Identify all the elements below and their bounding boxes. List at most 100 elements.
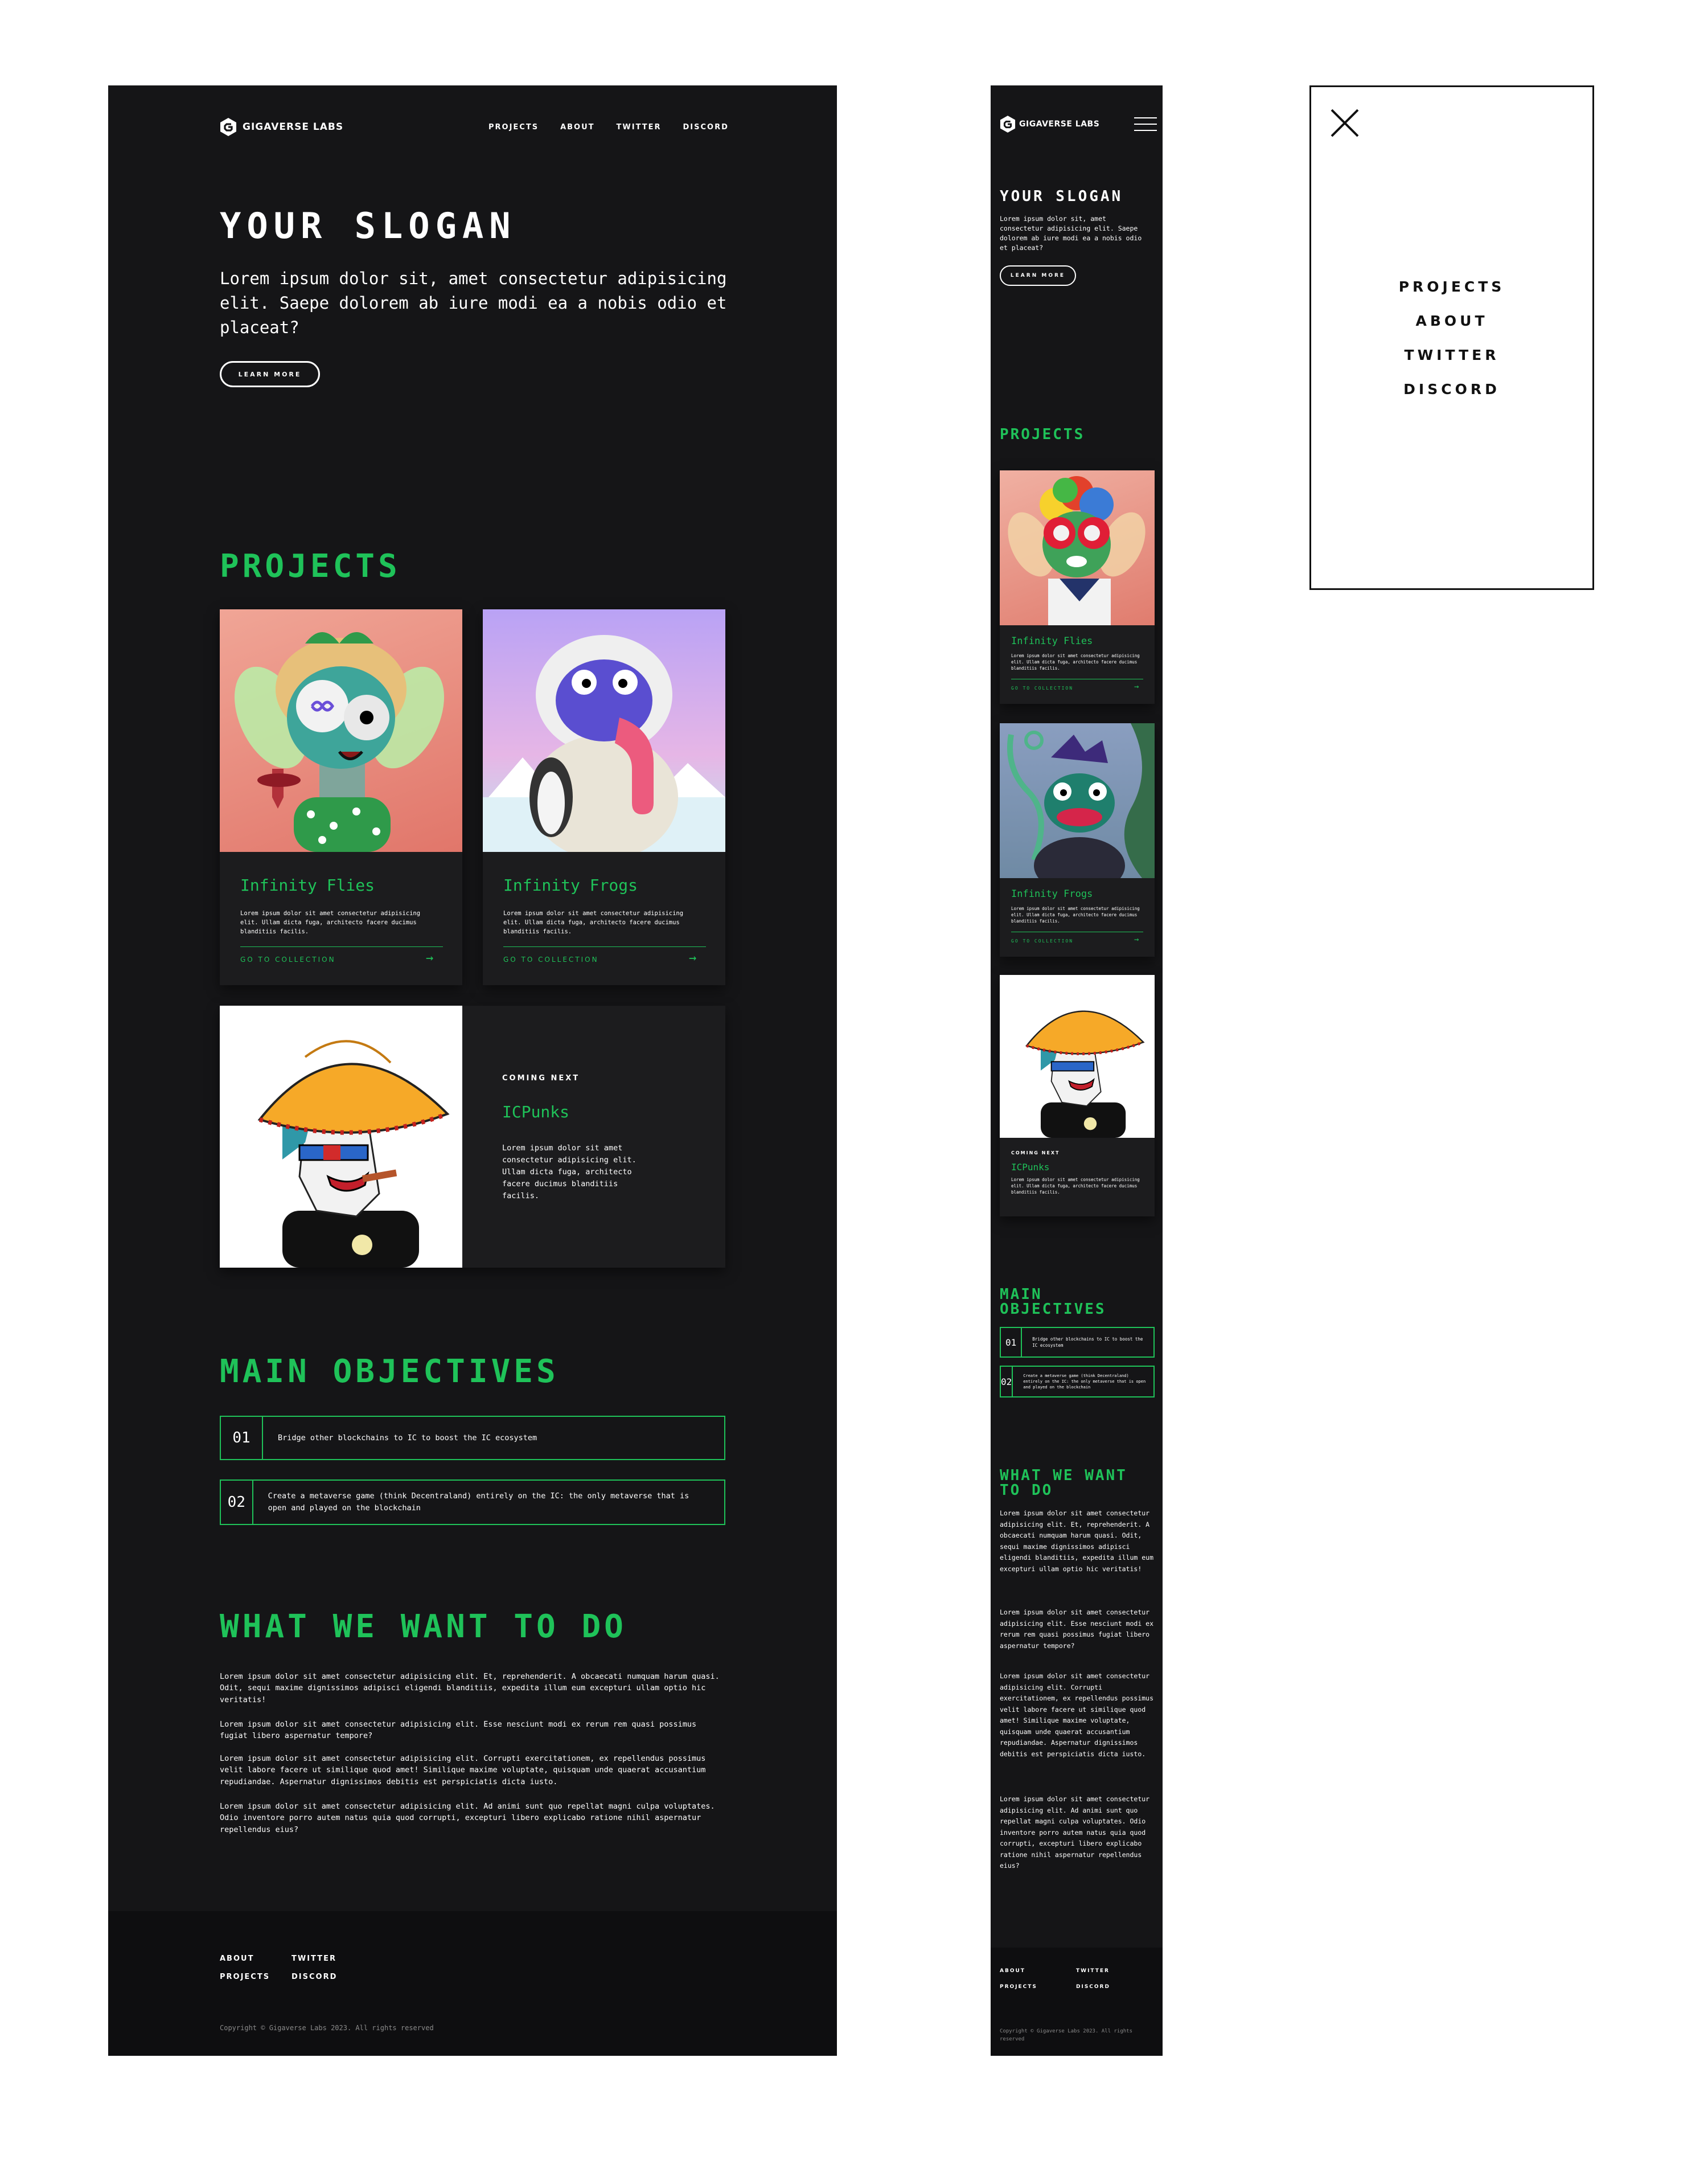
card-title: Infinity Flies — [1011, 636, 1093, 647]
objective-item: 01 Bridge other blockchains to IC to boo… — [220, 1416, 725, 1460]
footer: ABOUT PROJECTS TWITTER DISCORD Copyright… — [991, 1948, 1163, 2056]
go-to-collection-link[interactable]: GO TO COLLECTION — [503, 956, 599, 964]
card-title: Infinity Frogs — [503, 876, 638, 895]
menu-item-projects[interactable]: PROJECTS — [1311, 278, 1592, 313]
footer-about[interactable]: ABOUT — [1000, 1968, 1025, 1974]
objective-number: 01 — [1001, 1328, 1023, 1356]
project-card-flies[interactable]: Infinity Flies Lorem ipsum dolor sit ame… — [220, 609, 462, 985]
todo-paragraph: Lorem ipsum dolor sit amet consectetur a… — [220, 1672, 720, 1704]
todo-title: WHAT WE WANT TO DO — [220, 1608, 627, 1645]
objectives-title: MAIN OBJECTIVES — [1000, 1286, 1106, 1318]
project-card-icpunks[interactable]: COMING NEXT ICPunks Lorem ipsum dolor si… — [220, 1006, 725, 1268]
infinity-flies-image — [1000, 470, 1155, 625]
objective-number: 01 — [221, 1417, 263, 1459]
objective-text: Create a metaverse game (think Decentral… — [1023, 1374, 1146, 1390]
footer-copyright: Copyright © Gigaverse Labs 2023. All rig… — [1000, 2028, 1132, 2042]
todo-paragraph: Lorem ipsum dolor sit amet consectetur a… — [220, 1802, 715, 1834]
brand-logo[interactable]: GIGAVERSE LABS — [1000, 115, 1099, 133]
objective-item: 01 Bridge other blockchains to IC to boo… — [1000, 1327, 1155, 1358]
brand-name: GIGAVERSE LABS — [1019, 120, 1100, 129]
footer-twitter[interactable]: TWITTER — [1076, 1968, 1110, 1974]
brand-logo[interactable]: GIGAVERSE LABS — [220, 117, 343, 137]
brand-name: GIGAVERSE LABS — [243, 121, 344, 133]
infinity-frogs-image — [1000, 723, 1155, 878]
project-card-flies[interactable]: Infinity Flies Lorem ipsum dolor sit ame… — [1000, 470, 1155, 704]
icpunks-image — [1000, 975, 1155, 1138]
close-icon[interactable] — [1329, 108, 1360, 138]
footer-discord[interactable]: DISCORD — [1076, 1984, 1110, 1990]
menu-item-discord[interactable]: DISCORD — [1311, 381, 1592, 415]
coming-next-label: COMING NEXT — [1011, 1150, 1060, 1155]
footer-projects[interactable]: PROJECTS — [1000, 1984, 1037, 1990]
mobile-menu-frame: PROJECTS ABOUT TWITTER DISCORD — [1309, 85, 1594, 590]
go-to-collection-link[interactable]: GO TO COLLECTION — [1011, 938, 1073, 944]
todo-paragraph: Lorem ipsum dolor sit amet consectetur a… — [220, 1720, 697, 1741]
gigaverse-logo-icon — [220, 118, 236, 136]
hero-slogan: YOUR SLOGAN — [220, 205, 516, 247]
hero-text: Lorem ipsum dolor sit, amet consectetur … — [1000, 215, 1142, 252]
footer: ABOUT PROJECTS TWITTER DISCORD Copyright… — [108, 1911, 837, 2056]
arrow-right-icon[interactable]: → — [1134, 682, 1139, 691]
hamburger-menu-icon[interactable] — [1134, 117, 1157, 132]
hero-text: Lorem ipsum dolor sit, amet consectetur … — [220, 269, 727, 337]
projects-title: PROJECTS — [1000, 426, 1085, 443]
objective-number: 02 — [1001, 1367, 1013, 1396]
objective-number: 02 — [221, 1481, 253, 1524]
objective-item: 02 Create a metaverse game (think Decent… — [1000, 1366, 1155, 1397]
infinity-frogs-image — [483, 609, 725, 852]
card-title: ICPunks — [1011, 1162, 1050, 1173]
project-card-frogs[interactable]: Infinity Frogs Lorem ipsum dolor sit ame… — [1000, 723, 1155, 957]
footer-twitter[interactable]: TWITTER — [291, 1954, 336, 1963]
todo-paragraph: Lorem ipsum dolor sit amet consectetur a… — [1000, 1509, 1154, 1573]
nav-about[interactable]: ABOUT — [560, 123, 594, 132]
todo-paragraph: Lorem ipsum dolor sit amet consectetur a… — [1000, 1795, 1150, 1870]
card-text: Lorem ipsum dolor sit amet consectetur a… — [240, 910, 421, 935]
todo-paragraph: Lorem ipsum dolor sit amet consectetur a… — [1000, 1672, 1154, 1758]
card-text: Lorem ipsum dolor sit amet consectetur a… — [502, 1144, 637, 1200]
learn-more-button[interactable]: LEARN MORE — [1000, 265, 1076, 286]
hero-slogan: YOUR SLOGAN — [1000, 188, 1123, 205]
footer-copyright: Copyright © Gigaverse Labs 2023. All rig… — [220, 2024, 434, 2032]
arrow-right-icon[interactable]: → — [1134, 935, 1139, 944]
card-title: Infinity Frogs — [1011, 888, 1093, 900]
icpunks-image — [220, 1006, 462, 1268]
go-to-collection-link[interactable]: GO TO COLLECTION — [1011, 686, 1073, 691]
gigaverse-logo-icon — [1000, 116, 1016, 133]
card-title: ICPunks — [502, 1103, 570, 1121]
card-text: Lorem ipsum dolor sit amet consectetur a… — [503, 910, 684, 935]
objectives-title: MAIN OBJECTIVES — [220, 1353, 559, 1390]
card-title: Infinity Flies — [240, 876, 375, 895]
nav-discord[interactable]: DISCORD — [683, 123, 729, 132]
card-text: Lorem ipsum dolor sit amet consectetur a… — [1011, 906, 1140, 924]
footer-discord[interactable]: DISCORD — [291, 1973, 337, 1981]
infinity-flies-image — [220, 609, 462, 852]
project-card-icpunks[interactable]: COMING NEXT ICPunks Lorem ipsum dolor si… — [1000, 975, 1155, 1216]
mobile-frame: GIGAVERSE LABS YOUR SLOGAN Lorem ipsum d… — [991, 85, 1163, 2056]
project-card-frogs[interactable]: Infinity Frogs Lorem ipsum dolor sit ame… — [483, 609, 725, 985]
learn-more-button[interactable]: LEARN MORE — [220, 361, 320, 387]
coming-next-label: COMING NEXT — [502, 1074, 580, 1083]
objective-text: Create a metaverse game (think Decentral… — [268, 1491, 689, 1513]
menu-list: PROJECTS ABOUT TWITTER DISCORD — [1311, 278, 1592, 415]
menu-item-about[interactable]: ABOUT — [1311, 313, 1592, 347]
objective-text: Bridge other blockchains to IC to boost … — [278, 1433, 537, 1442]
footer-projects[interactable]: PROJECTS — [220, 1973, 270, 1981]
footer-about[interactable]: ABOUT — [220, 1954, 254, 1963]
objective-item: 02 Create a metaverse game (think Decent… — [220, 1479, 725, 1525]
card-text: Lorem ipsum dolor sit amet consectetur a… — [1011, 1177, 1140, 1195]
todo-title: WHAT WE WANT TO DO — [1000, 1467, 1127, 1499]
todo-paragraph: Lorem ipsum dolor sit amet consectetur a… — [1000, 1608, 1154, 1650]
card-divider — [503, 946, 706, 947]
menu-item-twitter[interactable]: TWITTER — [1311, 347, 1592, 381]
arrow-right-icon[interactable]: → — [426, 951, 433, 965]
card-text: Lorem ipsum dolor sit amet consectetur a… — [1011, 653, 1140, 671]
projects-title: PROJECTS — [220, 548, 401, 585]
desktop-frame: GIGAVERSE LABS PROJECTS ABOUT TWITTER DI… — [108, 85, 837, 2056]
objective-text: Bridge other blockchains to IC to boost … — [1032, 1337, 1143, 1348]
go-to-collection-link[interactable]: GO TO COLLECTION — [240, 956, 336, 964]
nav-projects[interactable]: PROJECTS — [488, 123, 539, 132]
card-divider — [240, 946, 443, 947]
nav-twitter[interactable]: TWITTER — [617, 123, 662, 132]
arrow-right-icon[interactable]: → — [689, 951, 696, 965]
top-nav: PROJECTS ABOUT TWITTER DISCORD — [488, 123, 729, 132]
